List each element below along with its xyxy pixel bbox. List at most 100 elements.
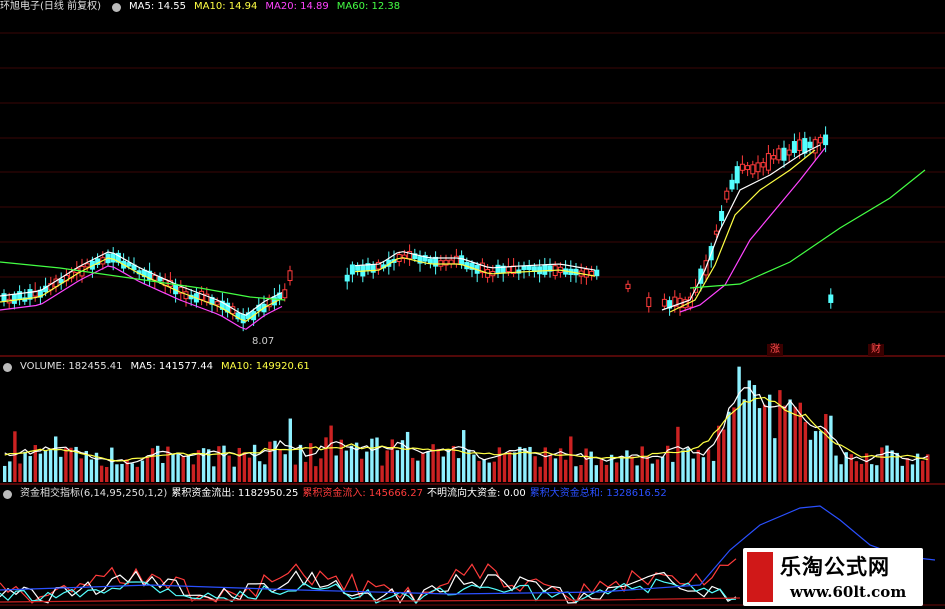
candle-body [625, 283, 631, 290]
volume-bar [298, 444, 303, 482]
candle-body [433, 256, 439, 267]
volume-bar [813, 431, 818, 482]
volume-bar [655, 459, 660, 482]
volume-bar [242, 452, 247, 482]
finance-tag[interactable]: 财 [868, 344, 884, 356]
volume-bar [196, 450, 201, 482]
volume-bar [303, 461, 308, 482]
volume-bar [390, 439, 394, 482]
volume-bar [268, 441, 272, 482]
volume-bar [314, 466, 318, 482]
volume-bar [589, 451, 593, 482]
volume-bar [513, 452, 517, 482]
volume-bar [130, 463, 134, 482]
volume-bar [859, 463, 864, 482]
volume-bar [783, 405, 787, 482]
candle-body [771, 155, 777, 160]
candle-body [84, 263, 90, 268]
volume-bar [472, 454, 476, 482]
volume-bar [416, 460, 420, 482]
candle-body [719, 210, 725, 222]
candle-body [713, 230, 719, 235]
candle-body [126, 262, 132, 267]
volume-bar [309, 443, 313, 482]
volume-bar [232, 466, 236, 482]
volume-bar [344, 450, 349, 482]
candle-body [459, 255, 465, 265]
volume-bar [120, 463, 124, 482]
watermark-url: www.60lt.com [790, 583, 907, 601]
volume-bar [482, 459, 486, 482]
volume-bar [548, 455, 553, 482]
volume-bar [676, 426, 680, 482]
volume-bar [13, 431, 17, 482]
volume-bar [54, 436, 58, 482]
candle-body [287, 270, 293, 282]
volume-bar [645, 456, 649, 482]
volume-bar [339, 439, 343, 482]
candle-body [791, 141, 797, 153]
volume-bar [808, 439, 813, 482]
candle-body [370, 265, 376, 273]
candle-body [807, 141, 813, 149]
candle-body [734, 166, 740, 184]
volume-bar [23, 451, 27, 482]
candle-body [786, 149, 792, 156]
candle-body [214, 301, 220, 306]
volume-bar [660, 456, 665, 482]
ma60-line [689, 169, 926, 289]
volume-bar [742, 399, 746, 482]
volume-bar [839, 464, 843, 482]
volume-bar [191, 464, 196, 482]
volume-bar [385, 450, 389, 482]
volume-bar [819, 430, 823, 482]
candle-body [344, 274, 350, 282]
volume-bar [599, 457, 604, 482]
indicator-base-line [0, 597, 741, 603]
volume-bar [650, 463, 655, 482]
candle-body [817, 136, 823, 144]
volume-bar [762, 404, 767, 482]
volume-bar [921, 460, 925, 482]
volume-bar [84, 450, 88, 482]
volume-bar [864, 453, 869, 482]
volume-bar [395, 450, 400, 482]
candle-body [776, 148, 782, 161]
kline-chart[interactable] [0, 0, 945, 609]
volume-bar [569, 436, 573, 482]
volume-bar [319, 458, 323, 482]
volume-bar [222, 445, 226, 482]
candle-body [729, 179, 735, 190]
volume-bar [150, 448, 155, 482]
volume-bar [696, 449, 700, 482]
volume-bar [584, 448, 588, 482]
candle-body [724, 190, 730, 200]
candle-body [505, 266, 511, 273]
volume-bar [487, 462, 491, 482]
volume-bar [462, 430, 466, 482]
candle-body [240, 314, 246, 324]
volume-bar [18, 463, 22, 482]
candle-body [199, 290, 205, 300]
volume-bar [380, 465, 384, 482]
volume-bar [140, 460, 145, 482]
volume-bar [258, 461, 262, 482]
volume-bar [900, 465, 904, 482]
volume-bar [732, 407, 736, 482]
volume-bar [711, 460, 716, 482]
volume-bar [926, 454, 930, 482]
volume-bar [263, 464, 267, 482]
volume-bar [737, 366, 741, 482]
volume-bar [594, 465, 598, 482]
volume-bar [181, 456, 185, 482]
rise-tag[interactable]: 涨 [767, 344, 783, 356]
candle-body [583, 268, 589, 278]
candle-body [110, 253, 116, 263]
volume-bar [278, 449, 282, 482]
volume-bar [706, 449, 711, 482]
volume-bar [247, 457, 252, 482]
volume-bar [354, 442, 359, 482]
volume-bar [635, 465, 639, 482]
volume-bar [375, 437, 379, 482]
candle-body [646, 297, 652, 308]
